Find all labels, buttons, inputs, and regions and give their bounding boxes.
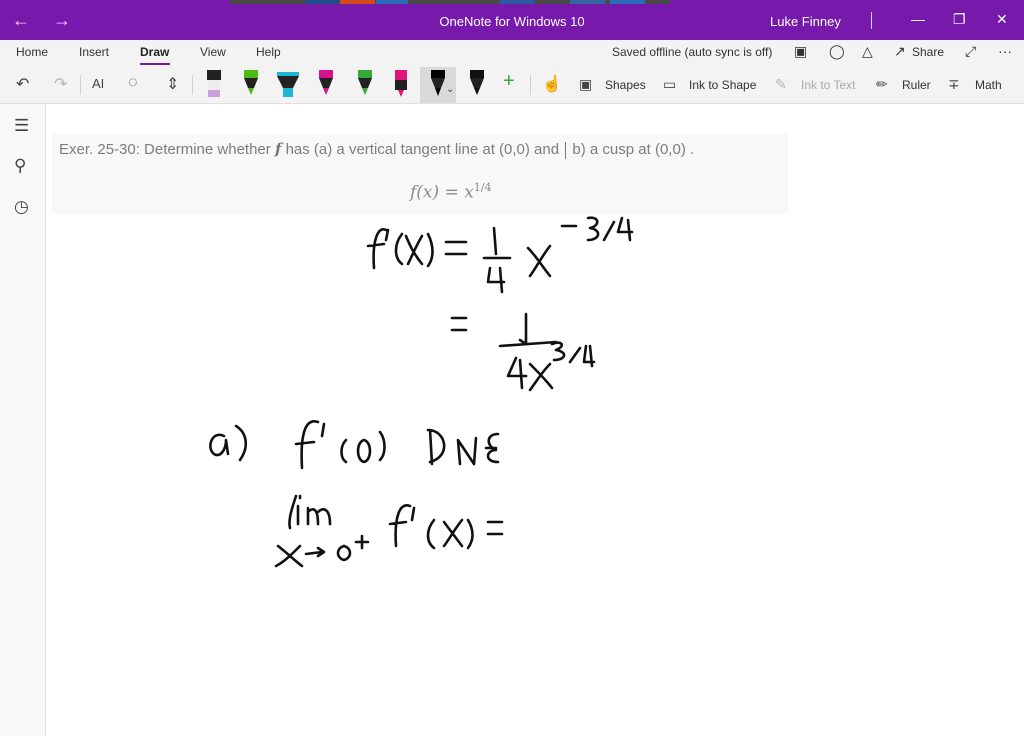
ink-limit: [274, 494, 504, 568]
handwritten-ink: [209, 216, 634, 568]
ink-derivative-line-1: [366, 216, 634, 294]
ink-derivative-line-2: [450, 312, 596, 392]
ink-part-a: [209, 420, 500, 470]
